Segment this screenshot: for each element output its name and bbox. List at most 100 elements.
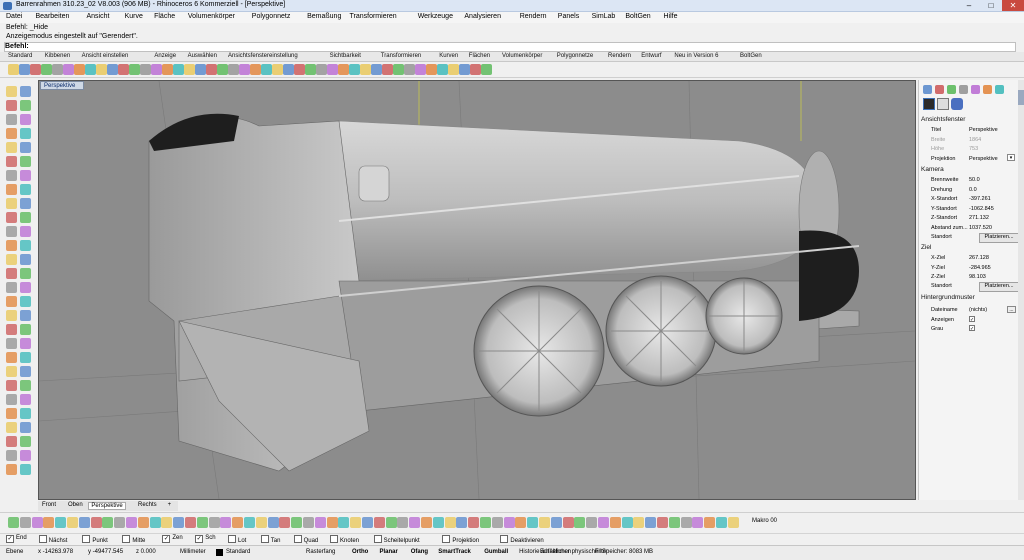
left-tool-icon[interactable] <box>20 156 31 167</box>
standard-tool-icon[interactable] <box>437 64 448 75</box>
bottom-tool-icon[interactable] <box>78 517 90 528</box>
bottom-tool-icon[interactable] <box>480 517 491 528</box>
standard-tool-icon[interactable] <box>459 64 470 75</box>
bottom-tool-icon[interactable] <box>562 517 574 528</box>
left-tool-icon[interactable] <box>20 254 31 265</box>
osnap-checkbox[interactable] <box>38 535 47 543</box>
toolbar-tab-5[interactable]: Ansichtsfenstereinstellung <box>228 53 298 59</box>
bottom-tool-icon[interactable] <box>432 517 444 528</box>
left-tool-icon[interactable] <box>20 380 31 391</box>
standard-tool-icon[interactable] <box>195 64 206 75</box>
left-tool-icon[interactable] <box>6 366 17 377</box>
bottom-tool-icon[interactable] <box>373 517 385 528</box>
left-tool-icon[interactable] <box>6 464 17 475</box>
menu-item-0[interactable]: Datei <box>6 13 22 20</box>
toolbar-tab-12[interactable]: Rendern <box>608 53 631 59</box>
standard-tool-icon[interactable] <box>239 64 250 75</box>
left-tool-icon[interactable] <box>20 394 31 405</box>
left-tool-icon[interactable] <box>20 226 31 237</box>
osnap-lot[interactable]: Lot <box>228 535 246 544</box>
bottom-tool-icon[interactable] <box>267 517 279 528</box>
bottom-tool-icon[interactable] <box>527 517 539 528</box>
left-tool-icon[interactable] <box>6 198 17 209</box>
left-tool-icon[interactable] <box>20 240 31 251</box>
bottom-tool-icon[interactable] <box>255 517 267 528</box>
bottom-tool-icon[interactable] <box>137 517 149 528</box>
bottom-tool-icon[interactable] <box>680 517 692 528</box>
osnap-quad[interactable]: Quad <box>293 535 318 544</box>
bottom-tool-icon[interactable] <box>8 517 19 528</box>
left-tool-icon[interactable] <box>6 380 17 391</box>
bottom-tool-icon[interactable] <box>704 517 716 528</box>
left-tool-icon[interactable] <box>6 436 17 447</box>
osnap-sch[interactable]: ✓ Sch <box>195 535 216 543</box>
property-value[interactable]: (nichts) <box>969 307 987 313</box>
bottom-tool-icon[interactable] <box>291 517 303 528</box>
osnap-checkbox[interactable] <box>500 535 509 543</box>
bottom-tool-icon[interactable] <box>515 517 527 528</box>
status-planar[interactable]: Planar <box>380 549 398 555</box>
standard-tool-icon[interactable] <box>382 64 393 75</box>
standard-tool-icon[interactable] <box>173 64 184 75</box>
property-value[interactable]: 50.0 <box>969 177 980 183</box>
bottom-tool-icon[interactable] <box>185 517 196 528</box>
bottom-tool-icon[interactable] <box>503 517 515 528</box>
menu-item-13[interactable]: SimLab <box>592 13 616 20</box>
bottom-tool-icon[interactable] <box>491 517 503 528</box>
left-tool-icon[interactable] <box>20 366 31 377</box>
status-filter[interactable]: Filter <box>595 549 608 555</box>
osnap-zen[interactable]: ✓ Zen <box>162 535 183 543</box>
bottom-tool-icon[interactable] <box>539 517 550 528</box>
osnap-mitte[interactable]: Mitte <box>122 535 145 544</box>
viewport-tab-oben[interactable]: Oben <box>66 502 85 508</box>
add-viewport-tab-icon[interactable]: + <box>166 502 174 508</box>
osnap-punkt[interactable]: Punkt <box>82 535 108 544</box>
left-tool-icon[interactable] <box>20 282 31 293</box>
property-value[interactable]: 98.103 <box>969 274 986 280</box>
menu-item-15[interactable]: Hilfe <box>664 13 678 20</box>
bottom-tool-icon[interactable] <box>645 517 657 528</box>
standard-tool-icon[interactable] <box>481 64 492 75</box>
property-value[interactable]: Perspektive <box>969 156 998 162</box>
property-value[interactable]: 271.132 <box>969 215 989 221</box>
panel-scroll-thumb[interactable] <box>1018 90 1024 105</box>
bottom-tool-icon[interactable] <box>668 517 680 528</box>
tab-perspective-viewport[interactable]: Perspektive <box>40 81 84 90</box>
osnap-nächst[interactable]: Nächst <box>38 535 67 544</box>
left-tool-icon[interactable] <box>6 156 17 167</box>
left-tool-icon[interactable] <box>6 282 17 293</box>
viewport-tab-front[interactable]: Front <box>40 502 58 508</box>
bottom-tool-icon[interactable] <box>657 517 668 528</box>
bottom-tool-icon[interactable] <box>621 517 633 528</box>
left-tool-icon[interactable] <box>6 170 17 181</box>
menu-item-11[interactable]: Rendern <box>520 13 547 20</box>
status-gumball[interactable]: Gumball <box>484 549 508 555</box>
menu-item-6[interactable]: Polygonnetz <box>252 13 291 20</box>
bottom-tool-icon[interactable] <box>19 517 31 528</box>
left-tool-icon[interactable] <box>20 464 31 475</box>
left-tool-icon[interactable] <box>6 296 17 307</box>
menu-item-1[interactable]: Bearbeiten <box>36 13 70 20</box>
menu-item-9[interactable]: Werkzeuge <box>418 13 453 20</box>
standard-tool-icon[interactable] <box>19 64 30 75</box>
layer-color-swatch[interactable] <box>216 549 223 556</box>
left-tool-icon[interactable] <box>6 338 17 349</box>
bottom-tool-icon[interactable] <box>362 517 373 528</box>
standard-tool-icon[interactable] <box>184 64 195 75</box>
bottom-tool-icon[interactable] <box>102 517 114 528</box>
standard-tool-icon[interactable] <box>360 64 371 75</box>
standard-tool-icon[interactable] <box>63 64 74 75</box>
left-tool-icon[interactable] <box>6 142 17 153</box>
standard-tool-icon[interactable] <box>349 64 360 75</box>
left-tool-icon[interactable] <box>6 422 17 433</box>
osnap-checkbox[interactable]: ✓ <box>162 535 171 543</box>
bottom-tool-icon[interactable] <box>196 517 208 528</box>
bottom-tool-icon[interactable] <box>586 517 598 528</box>
osnap-checkbox[interactable] <box>82 535 91 543</box>
left-tool-icon[interactable] <box>20 86 31 97</box>
left-tool-icon[interactable] <box>6 184 17 195</box>
toolbar-tab-3[interactable]: Anzeige <box>154 53 176 59</box>
perspective-viewport[interactable] <box>38 80 916 500</box>
osnap-checkbox[interactable]: ✓ <box>195 535 204 543</box>
standard-tool-icon[interactable] <box>316 64 327 75</box>
